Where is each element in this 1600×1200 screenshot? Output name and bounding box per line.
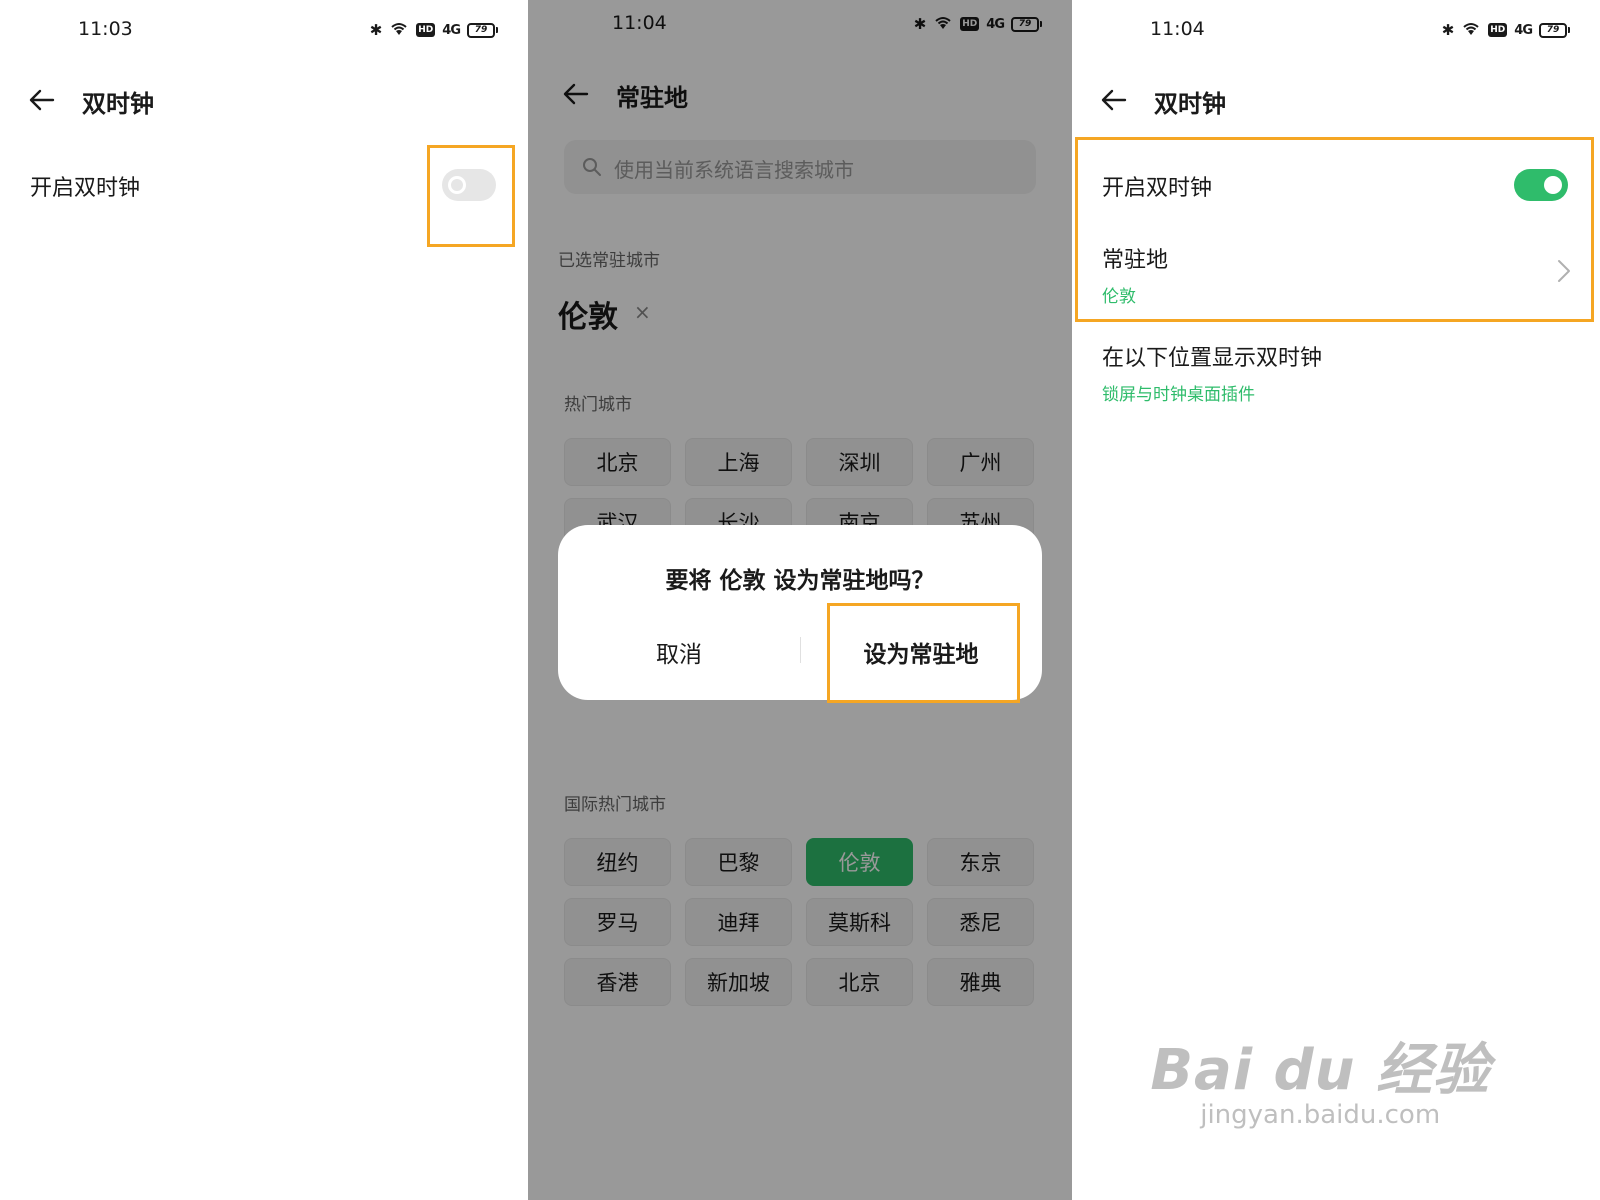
back-arrow-icon[interactable] bbox=[28, 86, 56, 114]
toggle-knob bbox=[1544, 176, 1562, 194]
home-city-value: 伦敦 bbox=[1102, 287, 1136, 307]
battery-icon: 79 bbox=[1539, 22, 1570, 38]
dual-clock-toggle[interactable] bbox=[442, 169, 496, 201]
wifi-icon bbox=[1461, 20, 1481, 40]
page-title: 双时钟 bbox=[1154, 90, 1226, 118]
dual-clock-toggle-row[interactable]: 开启双时钟 bbox=[1102, 170, 1570, 202]
display-location-value: 锁屏与时钟桌面插件 bbox=[1102, 385, 1255, 405]
home-city-row[interactable]: 常驻地 伦敦 bbox=[1102, 242, 1570, 307]
dual-clock-toggle-label: 开启双时钟 bbox=[30, 176, 141, 201]
toggle-knob bbox=[448, 176, 466, 194]
status-bar: 11:04 ✱ HD 4G 79 bbox=[1072, 18, 1600, 44]
bluetooth-icon: ✱ bbox=[1441, 21, 1455, 39]
screen-dual-clock-off: 11:03 ✱ HD 4G 79 双时钟 开启双时钟 bbox=[0, 0, 528, 1200]
status-bar: 11:03 ✱ HD 4G 79 bbox=[0, 18, 528, 44]
wifi-icon bbox=[389, 20, 409, 40]
chevron-right-icon bbox=[1558, 260, 1570, 282]
dual-clock-toggle-label: 开启双时钟 bbox=[1102, 176, 1213, 201]
screen-dual-clock-on: 11:04 ✱ HD 4G 79 双时钟 开启双时钟 常驻地 伦敦 在以下位置显… bbox=[1072, 0, 1600, 1200]
watermark: Bai du 经验 jingyan.baidu.com bbox=[1150, 1025, 1490, 1130]
battery-level: 79 bbox=[467, 22, 495, 38]
home-city-label: 常驻地 bbox=[1102, 248, 1169, 273]
cancel-button[interactable]: 取消 bbox=[558, 635, 800, 669]
screen-select-home-city: 11:04 ✱ HD 4G 79 常驻地 使用当前系统语言搜索城市 已选常驻城市… bbox=[528, 0, 1072, 1200]
battery-icon: 79 bbox=[467, 22, 498, 38]
app-header: 双时钟 bbox=[1072, 80, 1600, 120]
dialog-message: 要将 伦敦 设为常驻地吗？ bbox=[665, 568, 935, 594]
app-header: 双时钟 bbox=[0, 80, 528, 120]
status-icons: ✱ HD 4G 79 bbox=[1442, 20, 1570, 40]
signal-icon: 4G bbox=[442, 22, 461, 38]
display-location-row[interactable]: 在以下位置显示双时钟 锁屏与时钟桌面插件 bbox=[1102, 340, 1570, 405]
signal-icon: 4G bbox=[1514, 22, 1533, 38]
display-location-label: 在以下位置显示双时钟 bbox=[1102, 346, 1323, 371]
status-time: 11:04 bbox=[1150, 18, 1205, 40]
status-time: 11:03 bbox=[78, 18, 133, 40]
page-title: 双时钟 bbox=[82, 90, 154, 118]
confirm-dialog: 要将 伦敦 设为常驻地吗？ 取消 设为常驻地 bbox=[558, 525, 1042, 700]
hd-icon: HD bbox=[416, 23, 436, 37]
battery-level: 79 bbox=[1539, 22, 1567, 38]
set-home-city-button[interactable]: 设为常驻地 bbox=[800, 635, 1042, 669]
status-icons: ✱ HD 4G 79 bbox=[370, 20, 498, 40]
watermark-brand: Bai du 经验 bbox=[1150, 1038, 1490, 1103]
hd-icon: HD bbox=[1488, 23, 1508, 37]
watermark-url: jingyan.baidu.com bbox=[1200, 1100, 1441, 1130]
dual-clock-toggle[interactable] bbox=[1514, 169, 1568, 201]
back-arrow-icon[interactable] bbox=[1100, 86, 1128, 114]
dual-clock-toggle-row[interactable]: 开启双时钟 bbox=[30, 170, 498, 202]
bluetooth-icon: ✱ bbox=[369, 21, 383, 39]
